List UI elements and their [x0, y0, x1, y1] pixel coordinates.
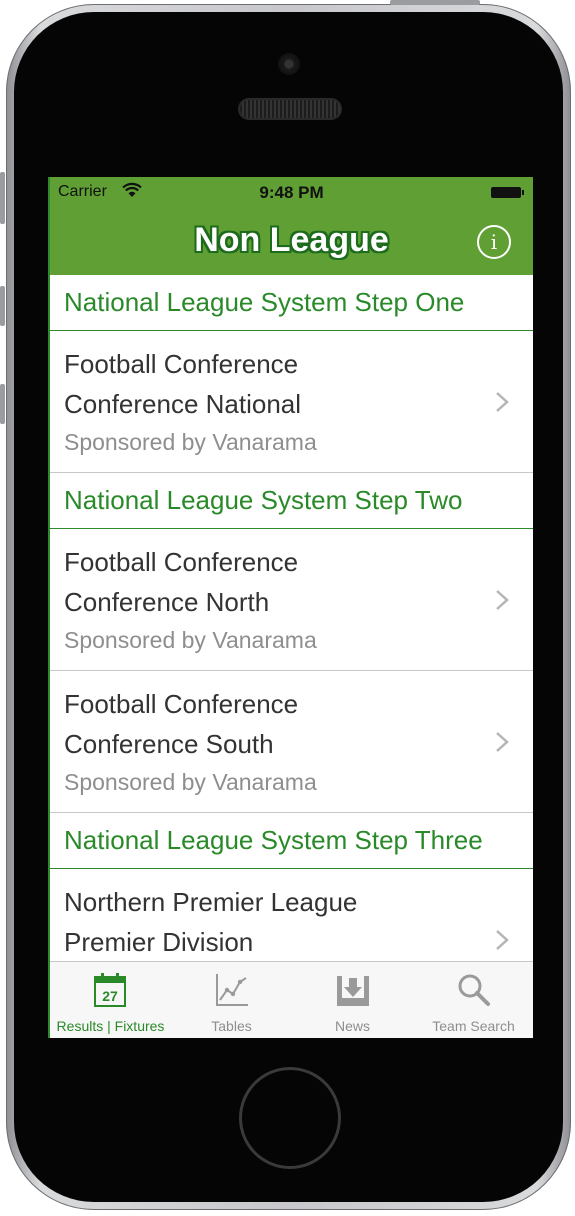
- calendar-icon: 27: [94, 973, 126, 1007]
- tab-label: News: [334, 1018, 370, 1034]
- league-name: Football Conference: [64, 349, 299, 379]
- tab-team-search[interactable]: Team Search: [413, 962, 533, 1038]
- home-button[interactable]: [239, 1067, 341, 1169]
- sponsor-text: Sponsored by Vanarama: [64, 769, 317, 795]
- division-name: Conference South: [64, 729, 274, 759]
- list-item[interactable]: Football Conference Conference North Spo…: [50, 529, 533, 671]
- info-icon[interactable]: i: [477, 225, 511, 259]
- league-name: Northern Premier League: [64, 887, 358, 917]
- chevron-right-icon: [496, 732, 509, 752]
- earpiece-speaker: [238, 98, 342, 120]
- search-icon: [458, 974, 490, 1006]
- sponsor-text: Sponsored by Vanarama: [64, 429, 317, 455]
- chart-icon: [216, 974, 248, 1006]
- navigation-bar: Non League i: [50, 209, 533, 275]
- status-time: 9:48 PM: [259, 183, 324, 202]
- division-name: Conference National: [64, 389, 302, 419]
- silent-switch: [0, 172, 5, 224]
- league-name: Football Conference: [64, 547, 299, 577]
- volume-up-button: [0, 286, 5, 326]
- sponsor-text: Sponsored by Vanarama: [64, 627, 317, 653]
- front-camera: [278, 53, 300, 75]
- battery-icon: [491, 187, 524, 198]
- chevron-right-icon: [496, 590, 509, 610]
- league-name: Football Conference: [64, 689, 299, 719]
- section-header: National League System Step Three: [50, 813, 533, 869]
- league-list: National League System Step One Football…: [50, 275, 533, 1011]
- tab-news[interactable]: News: [292, 962, 413, 1038]
- power-button: [390, 0, 480, 5]
- app-screen: Carrier 9:48 PM Non League i National Le…: [48, 177, 533, 1038]
- division-name: Conference North: [64, 587, 270, 617]
- calendar-day: 27: [102, 988, 118, 1004]
- section-header: National League System Step Two: [50, 473, 533, 529]
- page-title: Non League: [194, 221, 389, 259]
- tab-label: Team Search: [432, 1018, 515, 1034]
- division-name: Premier Division: [64, 927, 254, 957]
- list-item[interactable]: Football Conference Conference National …: [50, 331, 533, 473]
- chevron-right-icon: [496, 392, 509, 412]
- tab-tables[interactable]: Tables: [171, 962, 292, 1038]
- volume-down-button: [0, 384, 5, 424]
- tab-results-fixtures[interactable]: 27 Results | Fixtures: [50, 962, 171, 1038]
- chevron-right-icon: [496, 930, 509, 950]
- status-bar: Carrier 9:48 PM: [50, 177, 533, 209]
- list-item[interactable]: Football Conference Conference South Spo…: [50, 671, 533, 813]
- tab-bar: 27 Results | Fixtures Tables News Team S…: [50, 961, 533, 1038]
- download-icon: [337, 976, 369, 1006]
- tab-label: Tables: [211, 1018, 252, 1034]
- tab-label: Results | Fixtures: [56, 1018, 165, 1034]
- section-header: National League System Step One: [50, 275, 533, 331]
